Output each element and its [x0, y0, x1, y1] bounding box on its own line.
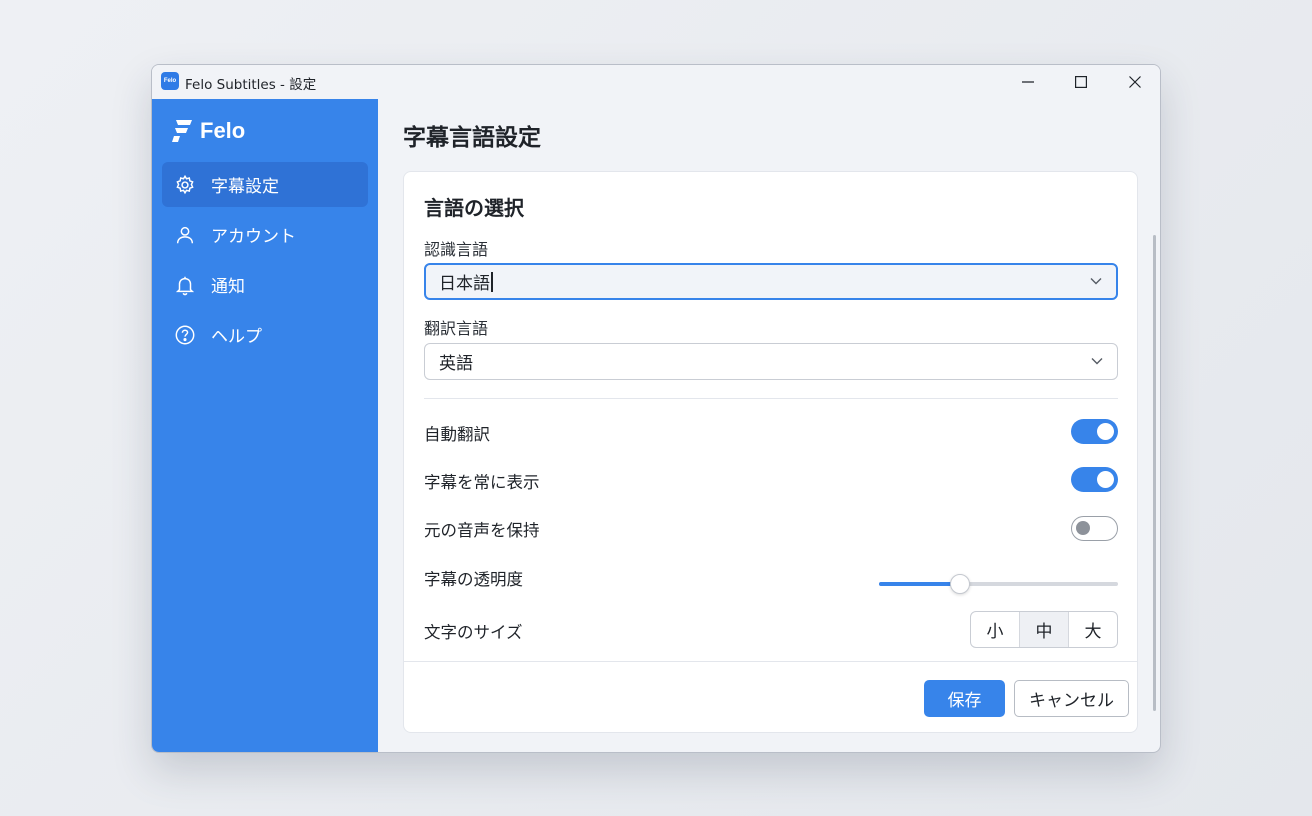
sidebar-item-notifications[interactable]: 通知 — [162, 262, 368, 307]
window-title: Felo Subtitles - 設定 — [185, 77, 317, 93]
brand[interactable]: Felo — [172, 118, 245, 144]
settings-card: 言語の選択 認識言語 日本語 翻訳言語 英語 自動翻訳 字幕を常に表示 元の音声… — [403, 171, 1138, 733]
toggle-knob — [1097, 471, 1114, 488]
recognition-language-select[interactable]: 日本語 — [424, 263, 1118, 300]
font-size-segmented-control: 小 中 大 — [970, 611, 1118, 648]
cancel-button[interactable]: キャンセル — [1014, 680, 1129, 717]
auto-translate-toggle[interactable] — [1071, 419, 1118, 444]
sidebar-item-label: 字幕設定 — [211, 177, 279, 197]
font-size-medium-button[interactable]: 中 — [1020, 612, 1069, 647]
sidebar-item-label: ヘルプ — [211, 327, 262, 347]
divider — [424, 398, 1118, 399]
always-show-subtitles-label: 字幕を常に表示 — [424, 473, 540, 492]
page-title: 字幕言語設定 — [403, 125, 541, 151]
settings-window: Felo Felo Subtitles - 設定 Felo 字幕設定 アカウント… — [151, 64, 1161, 753]
sidebar-item-label: 通知 — [211, 277, 245, 297]
chevron-down-icon — [1090, 277, 1102, 284]
recognition-language-value: 日本語 — [439, 274, 490, 294]
always-show-subtitles-toggle[interactable] — [1071, 467, 1118, 492]
user-icon — [173, 223, 197, 247]
scrollbar[interactable] — [1153, 235, 1156, 711]
brand-name: Felo — [200, 118, 246, 143]
maximize-button[interactable] — [1054, 65, 1108, 99]
minimize-button[interactable] — [1001, 65, 1055, 99]
recognition-language-label: 認識言語 — [424, 240, 489, 259]
sidebar-item-subtitle-settings[interactable]: 字幕設定 — [162, 162, 368, 207]
toggle-knob — [1097, 423, 1114, 440]
translation-language-select[interactable]: 英語 — [424, 343, 1118, 380]
section-title: 言語の選択 — [424, 196, 524, 220]
subtitle-opacity-label: 字幕の透明度 — [424, 570, 523, 589]
font-size-label: 文字のサイズ — [424, 623, 523, 642]
sidebar: Felo 字幕設定 アカウント 通知 ヘルプ — [152, 99, 378, 752]
sidebar-item-label: アカウント — [211, 227, 296, 247]
translation-language-label: 翻訳言語 — [424, 319, 489, 338]
main-content: 字幕言語設定 言語の選択 認識言語 日本語 翻訳言語 英語 自動翻訳 字幕を常に… — [378, 99, 1160, 752]
footer-divider — [404, 661, 1137, 662]
felo-logo-icon — [172, 120, 192, 142]
chevron-down-icon — [1091, 357, 1103, 364]
close-button[interactable] — [1108, 65, 1160, 99]
keep-original-audio-label: 元の音声を保持 — [424, 521, 540, 540]
app-icon: Felo — [161, 72, 179, 90]
bell-icon — [173, 273, 197, 297]
toggle-knob — [1076, 521, 1090, 535]
auto-translate-label: 自動翻訳 — [424, 425, 490, 444]
slider-thumb[interactable] — [950, 574, 971, 594]
maximize-icon — [1075, 76, 1087, 88]
sidebar-item-help[interactable]: ヘルプ — [162, 312, 368, 357]
subtitle-opacity-slider[interactable] — [879, 573, 1118, 595]
close-icon — [1129, 76, 1141, 88]
gear-icon — [173, 173, 197, 197]
keep-original-audio-toggle[interactable] — [1071, 516, 1118, 541]
minimize-icon — [1022, 81, 1034, 83]
help-icon — [173, 323, 197, 347]
title-bar[interactable]: Felo Felo Subtitles - 設定 — [152, 65, 1160, 99]
sidebar-item-account[interactable]: アカウント — [162, 212, 368, 257]
font-size-large-button[interactable]: 大 — [1069, 612, 1117, 647]
font-size-small-button[interactable]: 小 — [971, 612, 1020, 647]
text-cursor — [491, 271, 493, 292]
translation-language-value: 英語 — [439, 354, 473, 374]
save-button[interactable]: 保存 — [924, 680, 1005, 717]
slider-fill — [879, 582, 961, 586]
